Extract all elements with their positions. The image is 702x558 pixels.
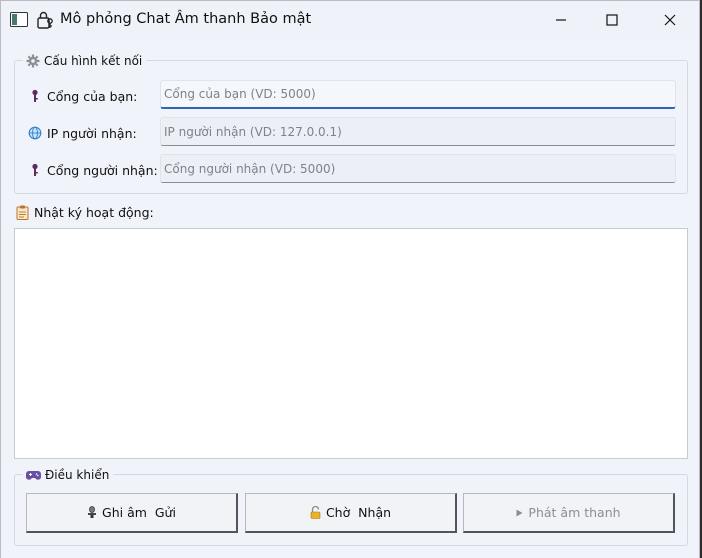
gamepad-icon (26, 471, 41, 480)
receiver-port-label: Cổng người nhận: (28, 162, 158, 178)
app-window: Mô phỏng Chat Âm thanh Bảo mật Cấu hình … (0, 0, 700, 558)
close-icon (664, 14, 676, 26)
activity-log-title: Nhật ký hoạt động: (34, 205, 154, 220)
key-icon (32, 89, 38, 102)
receiver-ip-label-text: IP người nhận: (47, 125, 137, 141)
record-send-label: Ghi âm Gửi (102, 505, 176, 520)
maximize-icon (606, 14, 618, 26)
your-port-input[interactable] (160, 80, 676, 109)
receiver-ip-input[interactable] (160, 117, 676, 146)
play-audio-label: Phát âm thanh (528, 505, 621, 520)
your-port-label-text: Cổng của bạn: (47, 88, 138, 104)
receiver-port-input[interactable] (160, 154, 676, 183)
controls-title: Điều khiển (45, 468, 110, 482)
connection-config-title: Cấu hình kết nối (44, 54, 143, 68)
lock-open-icon (310, 506, 321, 519)
your-port-label: Cổng của bạn: (28, 88, 137, 104)
controls-legend: Điều khiển (23, 467, 114, 483)
window-app-icon (10, 12, 28, 27)
key-icon (32, 163, 38, 176)
window-title: Mô phỏng Chat Âm thanh Bảo mật (60, 11, 312, 27)
title-bar[interactable]: Mô phỏng Chat Âm thanh Bảo mật (1, 1, 699, 39)
microphone-icon (88, 506, 97, 518)
wait-receive-button[interactable]: Chờ Nhận (245, 493, 457, 533)
activity-log-label: Nhật ký hoạt động: (16, 205, 154, 220)
minimize-icon (556, 19, 566, 21)
connection-config-legend: Cấu hình kết nối (23, 53, 147, 69)
gear-icon (26, 54, 40, 68)
receiver-ip-label: IP người nhận: (28, 125, 137, 141)
globe-icon (28, 126, 42, 140)
clipboard-icon (16, 205, 29, 220)
maximize-button[interactable] (589, 1, 635, 39)
play-icon (516, 509, 523, 516)
activity-log-textarea[interactable] (14, 228, 688, 459)
record-send-button[interactable]: Ghi âm Gửi (26, 493, 238, 533)
lock-key-icon (37, 11, 53, 29)
close-button[interactable] (647, 1, 693, 39)
play-audio-button[interactable]: Phát âm thanh (463, 493, 675, 533)
receiver-port-label-text: Cổng người nhận: (47, 162, 158, 178)
wait-receive-label: Chờ Nhận (325, 505, 392, 520)
minimize-button[interactable] (538, 1, 584, 39)
